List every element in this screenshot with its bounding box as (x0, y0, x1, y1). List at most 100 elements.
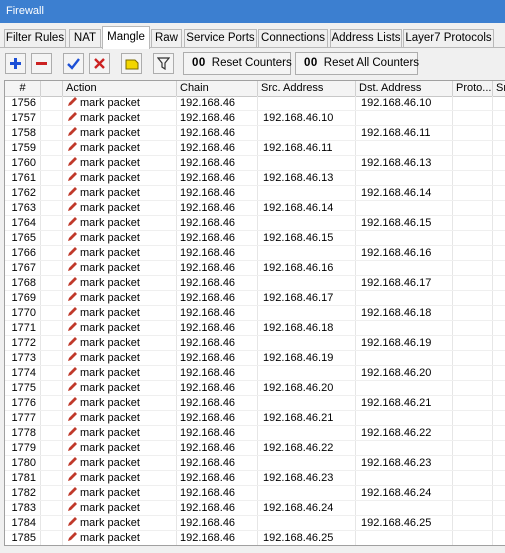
table-row[interactable]: 1785 mark packet 192.168.46 192.168.46.25 (5, 531, 505, 545)
cell-action: mark packet (63, 441, 177, 456)
pencil-icon (68, 367, 77, 376)
cell-action: mark packet (63, 186, 177, 201)
table-row[interactable]: 1766 mark packet 192.168.46 192.168.46.16 (5, 246, 505, 261)
cell-chain: 192.168.46 (180, 277, 236, 289)
action-label: mark packet (80, 232, 140, 244)
table-row[interactable]: 1781 mark packet 192.168.46 192.168.46.23 (5, 471, 505, 486)
cell-action: mark packet (63, 96, 177, 111)
cell-src-address: 192.168.46.24 (263, 502, 334, 514)
cell-src-address (258, 456, 356, 471)
cell-chain: 192.168.46 (180, 217, 236, 229)
cell-dst-address: 192.168.46.25 (361, 517, 432, 529)
cell-number: 1759 (11, 142, 36, 154)
disable-button[interactable] (89, 53, 110, 74)
column-header-number[interactable]: # (5, 81, 41, 96)
tab-layer7-protocols[interactable]: Layer7 Protocols (403, 29, 494, 47)
cell-action: mark packet (63, 126, 177, 141)
table-row[interactable]: 1773 mark packet 192.168.46 192.168.46.19 (5, 351, 505, 366)
column-header-src-address[interactable]: Src. Address (258, 81, 356, 96)
action-label: mark packet (80, 412, 140, 424)
tab-raw[interactable]: Raw (151, 29, 182, 47)
cell-number: 1782 (11, 487, 36, 499)
cell-number: 1756 (11, 97, 36, 109)
cell-number: 1783 (11, 502, 36, 514)
reset-all-counters-button[interactable]: 00 Reset All Counters (295, 52, 419, 75)
column-header-flags[interactable] (41, 81, 63, 96)
table-row[interactable]: 1774 mark packet 192.168.46 192.168.46.20 (5, 366, 505, 381)
table-row[interactable]: 1777 mark packet 192.168.46 192.168.46.21 (5, 411, 505, 426)
table-row[interactable]: 1761 mark packet 192.168.46 192.168.46.13 (5, 171, 505, 186)
table-row[interactable]: 1764 mark packet 192.168.46 192.168.46.15 (5, 216, 505, 231)
table-row[interactable]: 1778 mark packet 192.168.46 192.168.46.22 (5, 426, 505, 441)
tab-address-lists[interactable]: Address Lists (330, 29, 402, 47)
tab-nat[interactable]: NAT (69, 29, 101, 47)
table-row[interactable]: 1769 mark packet 192.168.46 192.168.46.17 (5, 291, 505, 306)
table-row[interactable]: 1756 mark packet 192.168.46 192.168.46.10 (5, 96, 505, 111)
table-row[interactable]: 1763 mark packet 192.168.46 192.168.46.14 (5, 201, 505, 216)
cell-action: mark packet (63, 381, 177, 396)
column-header-src-port[interactable]: Src (493, 81, 505, 96)
cell-action: mark packet (63, 396, 177, 411)
counter-icon: 00 (304, 57, 318, 69)
table-row[interactable]: 1758 mark packet 192.168.46 192.168.46.11 (5, 126, 505, 141)
cell-dst-address: 192.168.46.11 (361, 127, 431, 139)
cell-chain: 192.168.46 (180, 382, 236, 394)
cell-src-address: 192.168.46.15 (263, 232, 334, 244)
remove-button[interactable] (31, 53, 52, 74)
cell-action: mark packet (63, 231, 177, 246)
enable-button[interactable] (63, 53, 84, 74)
action-label: mark packet (80, 532, 140, 544)
comment-button[interactable] (121, 53, 142, 74)
cell-chain: 192.168.46 (180, 202, 236, 214)
table-row[interactable]: 1780 mark packet 192.168.46 192.168.46.23 (5, 456, 505, 471)
tab-service-ports[interactable]: Service Ports (184, 29, 257, 47)
table-row[interactable]: 1768 mark packet 192.168.46 192.168.46.17 (5, 276, 505, 291)
cell-chain: 192.168.46 (180, 502, 236, 514)
tab-filter-rules[interactable]: Filter Rules (4, 29, 66, 47)
action-label: mark packet (80, 352, 140, 364)
table-row[interactable]: 1784 mark packet 192.168.46 192.168.46.25 (5, 516, 505, 531)
cell-action: mark packet (63, 321, 177, 336)
cell-action: mark packet (63, 171, 177, 186)
mangle-rules-table[interactable]: # Action Chain Src. Address Dst. Address… (4, 80, 505, 546)
table-row[interactable]: 1767 mark packet 192.168.46 192.168.46.16 (5, 261, 505, 276)
table-row[interactable]: 1762 mark packet 192.168.46 192.168.46.14 (5, 186, 505, 201)
column-header-chain[interactable]: Chain (177, 81, 258, 96)
column-header-protocol[interactable]: Proto... (453, 81, 493, 96)
pencil-icon (68, 247, 77, 256)
column-header-action[interactable]: Action (63, 81, 177, 96)
table-row[interactable]: 1770 mark packet 192.168.46 192.168.46.18 (5, 306, 505, 321)
action-label: mark packet (80, 247, 140, 259)
table-row[interactable]: 1771 mark packet 192.168.46 192.168.46.18 (5, 321, 505, 336)
cell-src-address: 192.168.46.21 (263, 412, 334, 424)
cell-chain: 192.168.46 (180, 352, 236, 364)
table-row[interactable]: 1783 mark packet 192.168.46 192.168.46.24 (5, 501, 505, 516)
table-row[interactable]: 1759 mark packet 192.168.46 192.168.46.11 (5, 141, 505, 156)
cell-dst-address: 192.168.46.15 (361, 217, 432, 229)
table-row[interactable]: 1757 mark packet 192.168.46 192.168.46.10 (5, 111, 505, 126)
cell-dst-address: 192.168.46.24 (361, 487, 432, 499)
cell-number: 1758 (11, 127, 36, 139)
reset-counters-button[interactable]: 00 Reset Counters (183, 52, 292, 75)
tab-mangle[interactable]: Mangle (102, 26, 150, 49)
table-row[interactable]: 1779 mark packet 192.168.46 192.168.46.22 (5, 441, 505, 456)
column-header-dst-address[interactable]: Dst. Address (356, 81, 453, 96)
table-row[interactable]: 1782 mark packet 192.168.46 192.168.46.24 (5, 486, 505, 501)
tab-connections[interactable]: Connections (258, 29, 328, 47)
cell-action: mark packet (63, 306, 177, 321)
table-row[interactable]: 1760 mark packet 192.168.46 192.168.46.13 (5, 156, 505, 171)
add-button[interactable] (5, 53, 26, 74)
table-row[interactable]: 1772 mark packet 192.168.46 192.168.46.19 (5, 336, 505, 351)
action-label: mark packet (80, 187, 140, 199)
cell-dst-address: 192.168.46.17 (361, 277, 432, 289)
action-label: mark packet (80, 457, 140, 469)
pencil-icon (68, 322, 77, 331)
filter-button[interactable] (153, 53, 174, 74)
table-row[interactable]: 1765 mark packet 192.168.46 192.168.46.15 (5, 231, 505, 246)
cell-src-address: 192.168.46.20 (263, 382, 334, 394)
tab-bar: Filter Rules NAT Mangle Raw Service Port… (0, 26, 505, 49)
table-row[interactable]: 1775 mark packet 192.168.46 192.168.46.20 (5, 381, 505, 396)
cell-chain: 192.168.46 (180, 292, 236, 304)
cell-chain: 192.168.46 (180, 472, 236, 484)
table-row[interactable]: 1776 mark packet 192.168.46 192.168.46.21 (5, 396, 505, 411)
